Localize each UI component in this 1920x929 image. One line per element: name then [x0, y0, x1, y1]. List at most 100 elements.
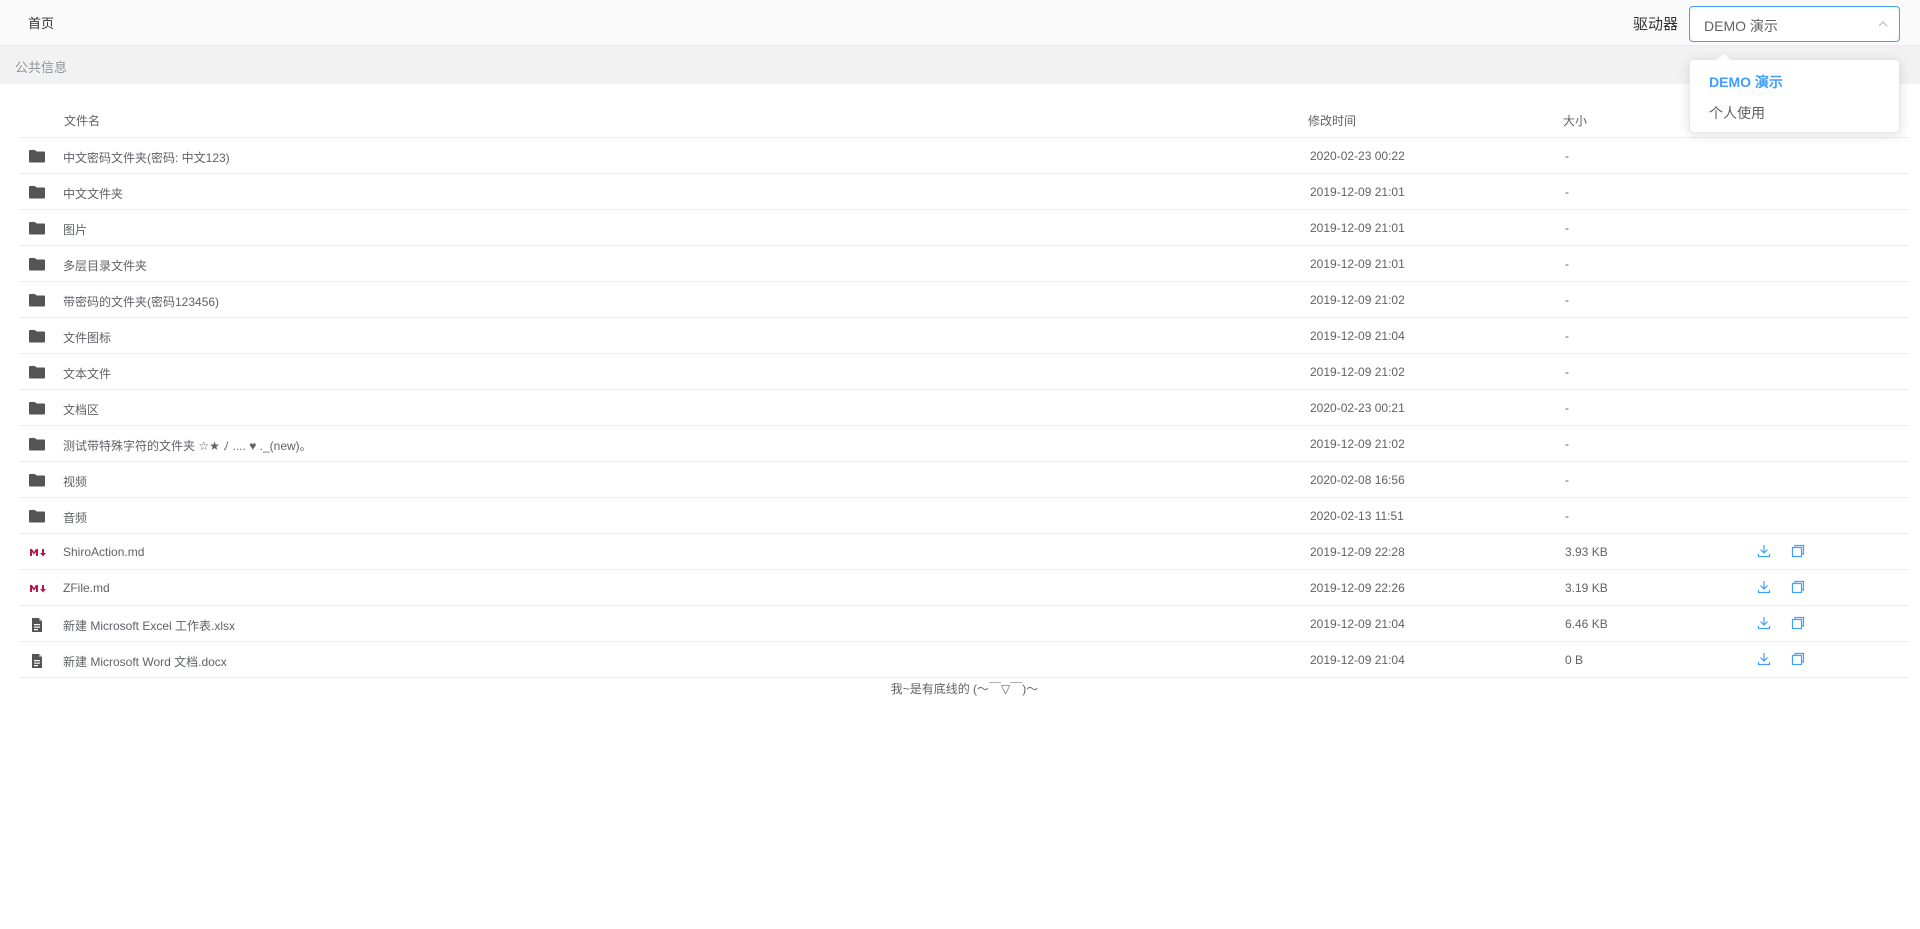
file-size: - — [1565, 257, 1569, 271]
modified-time: 2020-02-23 00:22 — [1310, 149, 1405, 163]
top-header: 首页 驱动器 DEMO 演示 — [0, 0, 1920, 46]
modified-time: 2020-02-23 00:21 — [1310, 401, 1405, 415]
file-size: - — [1565, 329, 1569, 343]
file-name[interactable]: 文档区 — [63, 401, 99, 418]
column-header-time[interactable]: 修改时间 — [1308, 112, 1356, 129]
folder-icon — [29, 149, 45, 163]
file-size: - — [1565, 293, 1569, 307]
drive-label: 驱动器 — [1633, 16, 1679, 33]
folder-row[interactable]: 视频 2020-02-08 16:56 - — [19, 462, 1909, 498]
folder-row[interactable]: 音频 2020-02-13 11:51 - — [19, 498, 1909, 534]
file-row[interactable]: 新建 Microsoft Word 文档.docx 2019-12-09 21:0… — [19, 642, 1909, 678]
drive-select[interactable]: DEMO 演示 — [1689, 6, 1900, 42]
file-size: - — [1565, 401, 1569, 415]
modified-time: 2019-12-09 21:04 — [1310, 653, 1405, 667]
file-name[interactable]: 视频 — [63, 473, 87, 490]
chevron-up-icon — [1878, 21, 1888, 27]
drive-select-value: DEMO 演示 — [1704, 18, 1778, 34]
modified-time: 2019-12-09 21:04 — [1310, 617, 1405, 631]
column-header-size[interactable]: 大小 — [1563, 112, 1587, 129]
modified-time: 2019-12-09 21:04 — [1310, 329, 1405, 343]
folder-row[interactable]: 中文密码文件夹(密码: 中文123) 2020-02-23 00:22 - — [19, 138, 1909, 174]
file-size: 6.46 KB — [1565, 617, 1608, 631]
folder-icon — [29, 401, 45, 415]
folder-row[interactable]: 带密码的文件夹(密码123456) 2019-12-09 21:02 - — [19, 282, 1909, 318]
column-header-name[interactable]: 文件名 — [64, 112, 100, 129]
modified-time: 2019-12-09 21:01 — [1310, 185, 1405, 199]
file-row[interactable]: ZFile.md 2019-12-09 22:26 3.19 KB — [19, 570, 1909, 606]
folder-row[interactable]: 文件图标 2019-12-09 21:04 - — [19, 318, 1909, 354]
modified-time: 2019-12-09 21:02 — [1310, 293, 1405, 307]
file-row[interactable]: ShiroAction.md 2019-12-09 22:28 3.93 KB — [19, 534, 1909, 570]
folder-row[interactable]: 图片 2019-12-09 21:01 - — [19, 210, 1909, 246]
folder-icon — [29, 185, 45, 199]
file-name[interactable]: ZFile.md — [63, 581, 110, 595]
folder-icon — [29, 437, 45, 451]
breadcrumb[interactable]: 公共信息 — [15, 57, 67, 76]
file-name[interactable]: 中文密码文件夹(密码: 中文123) — [63, 149, 230, 166]
copy-link-icon[interactable] — [1790, 543, 1806, 559]
file-name[interactable]: 图片 — [63, 221, 87, 238]
copy-link-icon[interactable] — [1790, 579, 1806, 595]
file-name[interactable]: 新建 Microsoft Word 文档.docx — [63, 653, 227, 670]
file-table: 文件名 修改时间 大小 中文密码文件夹(密码: 中文123) 2020-02-23… — [19, 100, 1909, 678]
folder-row[interactable]: 文本文件 2019-12-09 21:02 - — [19, 354, 1909, 390]
file-size: - — [1565, 221, 1569, 235]
download-icon[interactable] — [1756, 615, 1772, 631]
copy-link-icon[interactable] — [1790, 615, 1806, 631]
copy-link-icon[interactable] — [1790, 651, 1806, 667]
modified-time: 2019-12-09 21:01 — [1310, 257, 1405, 271]
file-size: - — [1565, 509, 1569, 523]
file-size: 3.93 KB — [1565, 545, 1608, 559]
document-icon — [29, 653, 45, 668]
folder-icon — [29, 365, 45, 379]
folder-row[interactable]: 文档区 2020-02-23 00:21 - — [19, 390, 1909, 426]
footer-note: 我~是有底线的 (～￣▽￣)～ — [890, 682, 1039, 696]
markdown-icon — [29, 581, 46, 595]
folder-icon — [29, 473, 45, 487]
file-size: - — [1565, 473, 1569, 487]
drive-option-demo[interactable]: DEMO 演示 — [1709, 72, 1783, 92]
file-name[interactable]: ShiroAction.md — [63, 545, 144, 559]
file-name[interactable]: 测试带特殊字符的文件夹 ☆★ ﾉ .... ♥ ._(new)。 — [63, 437, 312, 454]
folder-icon — [29, 509, 45, 523]
file-name[interactable]: 文件图标 — [63, 329, 111, 346]
folder-row[interactable]: 中文文件夹 2019-12-09 21:01 - — [19, 174, 1909, 210]
file-row[interactable]: 新建 Microsoft Excel 工作表.xlsx 2019-12-09 21… — [19, 606, 1909, 642]
file-size: - — [1565, 185, 1569, 199]
file-name[interactable]: 文本文件 — [63, 365, 111, 382]
modified-time: 2019-12-09 22:28 — [1310, 545, 1405, 559]
file-size: - — [1565, 437, 1569, 451]
folder-row[interactable]: 多层目录文件夹 2019-12-09 21:01 - — [19, 246, 1909, 282]
drive-option-personal[interactable]: 个人使用 — [1709, 103, 1765, 123]
file-name[interactable]: 多层目录文件夹 — [63, 257, 147, 274]
markdown-icon — [29, 545, 46, 559]
drive-dropdown: DEMO 演示 个人使用 — [1689, 51, 1900, 133]
folder-icon — [29, 293, 45, 307]
download-icon[interactable] — [1756, 651, 1772, 667]
file-name[interactable]: 带密码的文件夹(密码123456) — [63, 293, 219, 310]
download-icon[interactable] — [1756, 579, 1772, 595]
modified-time: 2019-12-09 22:26 — [1310, 581, 1405, 595]
file-size: 0 B — [1565, 653, 1584, 667]
home-link[interactable]: 首页 — [28, 13, 54, 32]
folder-icon — [29, 329, 45, 343]
file-name[interactable]: 新建 Microsoft Excel 工作表.xlsx — [63, 617, 235, 634]
modified-time: 2020-02-08 16:56 — [1310, 473, 1405, 487]
file-name[interactable]: 中文文件夹 — [63, 185, 123, 202]
file-size: 3.19 KB — [1565, 581, 1608, 595]
file-name[interactable]: 音频 — [63, 509, 87, 526]
folder-icon — [29, 257, 45, 271]
file-size: - — [1565, 365, 1569, 379]
file-size: - — [1565, 149, 1569, 163]
folder-row[interactable]: 测试带特殊字符的文件夹 ☆★ ﾉ .... ♥ ._(new)。 2019-12-… — [19, 426, 1909, 462]
breadcrumb-bar: 公共信息 — [0, 46, 1920, 84]
folder-icon — [29, 221, 45, 235]
modified-time: 2019-12-09 21:02 — [1310, 365, 1405, 379]
download-icon[interactable] — [1756, 543, 1772, 559]
table-body: 中文密码文件夹(密码: 中文123) 2020-02-23 00:22- 中文文件夹… — [19, 138, 1909, 678]
modified-time: 2019-12-09 21:01 — [1310, 221, 1405, 235]
table-header: 文件名 修改时间 大小 — [19, 100, 1909, 138]
document-icon — [29, 617, 45, 632]
modified-time: 2020-02-13 11:51 — [1310, 509, 1404, 523]
